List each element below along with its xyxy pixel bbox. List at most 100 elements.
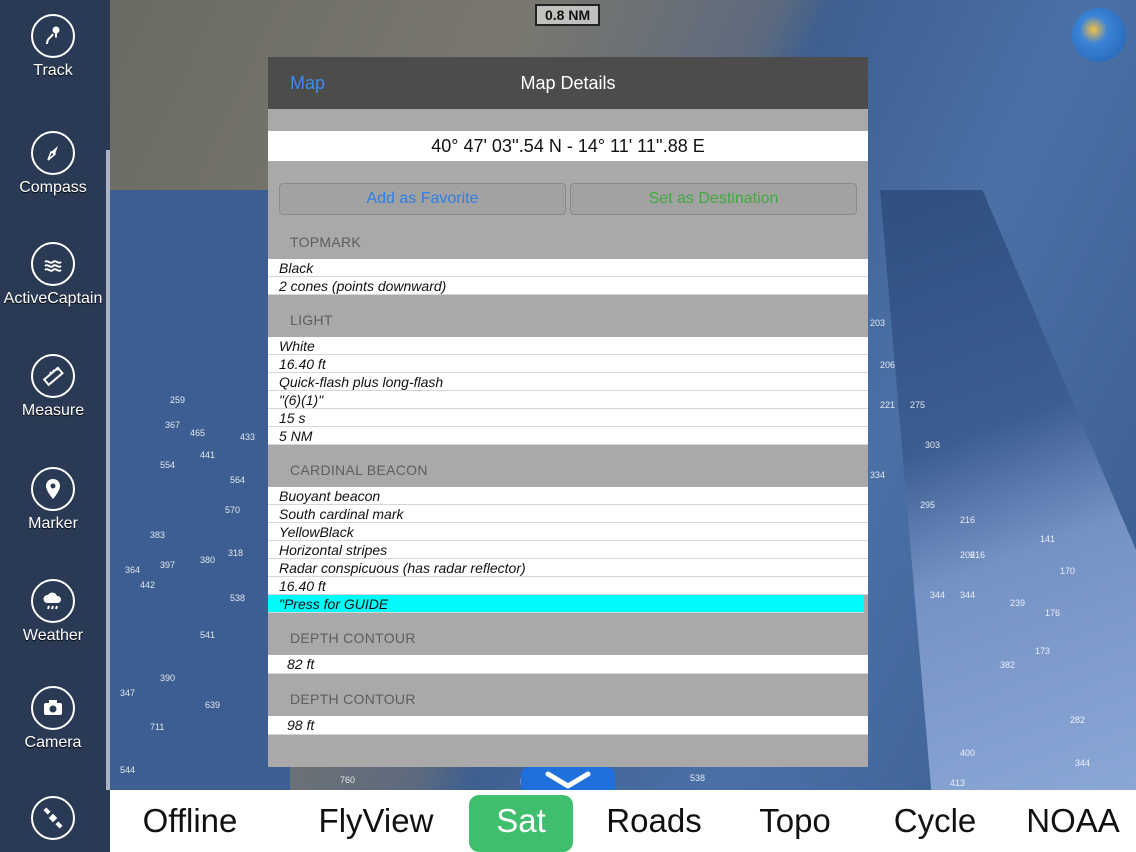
depth-sounding-label: 465 [190, 428, 206, 438]
sidebar-item-label: ActiveCaptain [3, 290, 103, 307]
ruler-icon [31, 354, 75, 398]
sidebar-item-satellite[interactable] [0, 796, 106, 840]
section-heading: TOPMARK [268, 217, 868, 259]
depth-sounding-label: 538 [690, 773, 706, 783]
add-favorite-button[interactable]: Add as Favorite [279, 183, 566, 215]
depth-sounding-label: 380 [200, 555, 216, 565]
map-type-tabbar: Offline FlyView Sat Roads Topo Cycle NOA… [110, 790, 1136, 852]
tab-roads[interactable]: Roads [594, 790, 714, 852]
action-buttons: Add as Favorite Set as Destination [268, 161, 868, 217]
tab-offline[interactable]: Offline [130, 790, 250, 852]
list-item: Radar conspicuous (has radar reflector) [268, 559, 868, 577]
compass-icon [31, 131, 75, 175]
panel-header: Map Map Details [268, 57, 868, 109]
section-depth-contour-1: DEPTH CONTOUR 82 ft [268, 613, 868, 674]
depth-sounding-label: 538 [230, 593, 246, 603]
depth-sounding-label: 442 [140, 580, 156, 590]
sidebar-item-label: Weather [22, 627, 84, 644]
depth-sounding-label: 433 [240, 432, 256, 442]
section-heading: CARDINAL BEACON [268, 445, 868, 487]
depth-sounding-label: 541 [200, 630, 216, 640]
depth-sounding-label: 554 [160, 460, 176, 470]
tab-flyview[interactable]: FlyView [306, 790, 446, 852]
sidebar-scrollbar[interactable] [106, 150, 110, 790]
depth-sounding-label: 364 [125, 565, 141, 575]
depth-sounding-label: 259 [170, 395, 186, 405]
depth-sounding-label: 239 [1010, 598, 1026, 608]
depth-sounding-label: 318 [228, 548, 244, 558]
depth-sounding-label: 413 [950, 778, 966, 788]
sidebar-item-activecaptain[interactable]: ActiveCaptain [0, 242, 106, 308]
list-item: 16.40 ft [268, 577, 868, 595]
depth-sounding-label: 170 [1060, 566, 1076, 576]
depth-sounding-label: 216 [960, 515, 976, 525]
cloud-rain-icon [31, 579, 75, 623]
sea-area-west [110, 190, 290, 790]
depth-sounding-label: 382 [1000, 660, 1016, 670]
sidebar-item-weather[interactable]: Weather [0, 579, 106, 645]
tab-sat[interactable]: Sat [469, 795, 573, 852]
depth-sounding-label: 206 [880, 360, 896, 370]
sidebar-item-label: Camera [24, 734, 82, 751]
depth-sounding-label: 216 [970, 550, 986, 560]
sidebar-item-compass[interactable]: Compass [0, 131, 106, 197]
depth-sounding-label: 760 [340, 775, 356, 785]
list-item: 98 ft [268, 716, 868, 735]
depth-sounding-label: 570 [225, 505, 241, 515]
depth-sounding-label: 390 [160, 673, 176, 683]
globe-icon[interactable] [1072, 8, 1126, 62]
section-heading: LIGHT [268, 295, 868, 337]
sidebar-item-camera[interactable]: Camera [0, 686, 106, 752]
list-item: 2 cones (points downward) [268, 277, 868, 295]
section-light: LIGHT White 16.40 ft Quick-flash plus lo… [268, 295, 868, 445]
depth-sounding-label: 344 [1075, 758, 1091, 768]
sidebar-item-track[interactable]: Track [0, 14, 106, 80]
list-item: "(6)(1)" [268, 391, 868, 409]
section-topmark: TOPMARK Black 2 cones (points downward) [268, 217, 868, 295]
tab-cycle[interactable]: Cycle [880, 790, 990, 852]
sidebar-item-marker[interactable]: Marker [0, 467, 106, 533]
sidebar-item-label: Marker [28, 515, 78, 532]
sidebar-item-label: Track [33, 62, 73, 79]
list-item: 5 NM [268, 427, 868, 445]
list-item: 82 ft [268, 655, 868, 674]
list-item: Quick-flash plus long-flash [268, 373, 868, 391]
depth-sounding-label: 347 [120, 688, 136, 698]
list-item: South cardinal mark [268, 505, 868, 523]
page-title: Map Details [520, 73, 616, 93]
depth-sounding-label: 711 [150, 722, 165, 732]
list-item: Buoyant beacon [268, 487, 868, 505]
tab-topo[interactable]: Topo [740, 790, 850, 852]
scale-bar: 0.8 NM [535, 4, 601, 26]
chevron-down-icon [545, 771, 591, 789]
coordinates-readout: 40° 47' 03''.54 N - 14° 11' 11''.88 E [268, 131, 868, 161]
depth-sounding-label: 303 [925, 440, 941, 450]
activecaptain-icon [31, 242, 75, 286]
list-item: Black [268, 259, 868, 277]
map-details-panel: Map Map Details 40° 47' 03''.54 N - 14° … [268, 57, 868, 767]
list-item: White [268, 337, 868, 355]
depth-sounding-label: 176 [1045, 608, 1061, 618]
depth-sounding-label: 282 [1070, 715, 1086, 725]
set-destination-button[interactable]: Set as Destination [570, 183, 857, 215]
depth-sounding-label: 344 [930, 590, 946, 600]
track-icon [31, 14, 75, 58]
sidebar-item-measure[interactable]: Measure [0, 354, 106, 420]
spacer [268, 109, 868, 131]
sidebar-item-label: Compass [19, 179, 87, 196]
depth-sounding-label: 203 [870, 318, 886, 328]
depth-sounding-label: 344 [960, 590, 976, 600]
depth-sounding-label: 397 [160, 560, 176, 570]
section-depth-contour-2: DEPTH CONTOUR 98 ft [268, 674, 868, 735]
satellite-icon [31, 796, 75, 840]
section-cardinal-beacon: CARDINAL BEACON Buoyant beacon South car… [268, 445, 868, 613]
list-item: YellowBlack [268, 523, 868, 541]
depth-sounding-label: 441 [200, 450, 216, 460]
depth-sounding-label: 639 [205, 700, 221, 710]
sea-area-east [880, 190, 1136, 790]
depth-sounding-label: 295 [920, 500, 936, 510]
list-item: 15 s [268, 409, 868, 427]
camera-icon [31, 686, 75, 730]
press-for-guide-link[interactable]: "Press for GUIDE [268, 595, 864, 613]
tab-noaa[interactable]: NOAA [1015, 790, 1131, 852]
